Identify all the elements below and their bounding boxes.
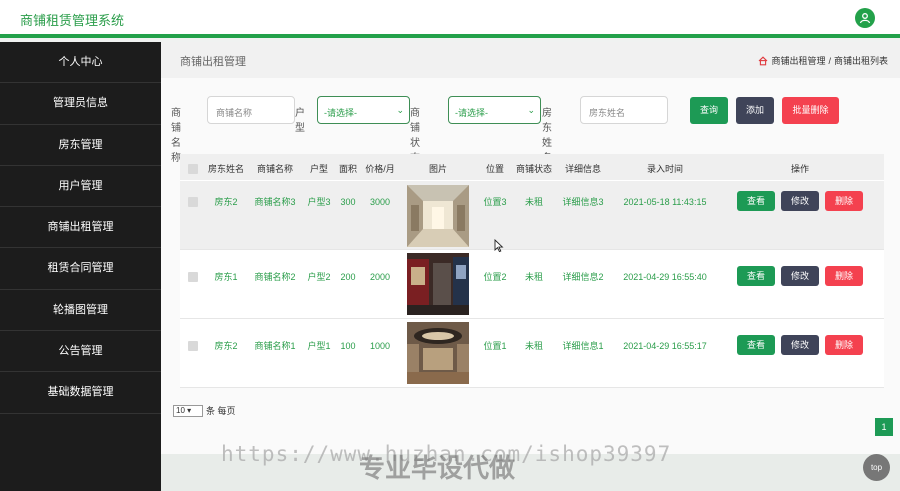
delete-button[interactable]: 删除 bbox=[825, 335, 863, 355]
cell-landlord: 房东1 bbox=[214, 272, 238, 282]
cell-status: 未租 bbox=[524, 341, 543, 351]
sidebar-item-basic-data[interactable]: 基础数据管理 bbox=[0, 372, 161, 414]
cell-detail: 详细信息1 bbox=[562, 341, 604, 351]
page-size-control: 10 ▾ 条 每页 bbox=[173, 404, 236, 417]
shop-photo bbox=[407, 185, 469, 247]
app-title: 商铺租赁管理系统 bbox=[20, 13, 125, 28]
breadcrumb-item-list: 商铺出租列表 bbox=[833, 56, 888, 66]
edit-button[interactable]: 修改 bbox=[781, 266, 819, 286]
breadcrumb-bar: 商铺出租管理 商铺出租管理 / 商铺出租列表 bbox=[161, 42, 900, 78]
chevron-down-icon: ▾ bbox=[187, 405, 192, 415]
select-all-checkbox[interactable] bbox=[188, 164, 198, 174]
delete-button[interactable]: 删除 bbox=[825, 191, 863, 211]
type-label: 户型 bbox=[295, 108, 305, 134]
cell-price: 2000 bbox=[369, 272, 391, 282]
view-button[interactable]: 查看 bbox=[737, 191, 775, 211]
table-row: 房东2 商铺名称3 户型3 300 3000 位置3 未租 详细信息3 2021… bbox=[180, 181, 884, 250]
table-row: 房东2 商铺名称1 户型1 100 1000 位置1 未租 详细信息1 2021… bbox=[180, 319, 884, 388]
mouse-cursor-icon bbox=[494, 239, 504, 253]
cell-shop-name: 商铺名称2 bbox=[254, 272, 296, 282]
page-number-button[interactable]: 1 bbox=[875, 418, 893, 436]
cell-detail: 详细信息3 bbox=[562, 197, 604, 207]
breadcrumb: 商铺出租管理 / 商铺出租列表 bbox=[758, 54, 888, 67]
chevron-down-icon: ⌄ bbox=[396, 105, 404, 115]
sidebar-item-carousel[interactable]: 轮播图管理 bbox=[0, 290, 161, 332]
cell-area: 300 bbox=[340, 197, 356, 207]
shop-table: 房东姓名 商铺名称 户型 面积 价格/月 图片 位置 商铺状态 详细信息 录入时… bbox=[180, 154, 884, 388]
cell-location: 位置3 bbox=[483, 197, 507, 207]
cell-created-time: 2021-04-29 16:55:17 bbox=[623, 341, 707, 351]
user-icon bbox=[859, 13, 871, 24]
cell-shop-name: 商铺名称1 bbox=[254, 341, 296, 351]
row-checkbox[interactable] bbox=[188, 341, 198, 351]
page-size-select[interactable]: 10 ▾ bbox=[173, 404, 203, 417]
sidebar-item-users[interactable]: 用户管理 bbox=[0, 166, 161, 208]
breadcrumb-separator: / bbox=[828, 55, 831, 66]
add-button[interactable]: 添加 bbox=[736, 97, 774, 124]
batch-delete-button[interactable]: 批量删除 bbox=[782, 97, 839, 124]
sidebar-item-contracts[interactable]: 租赁合同管理 bbox=[0, 248, 161, 290]
sidebar-item-admins[interactable]: 管理员信息 bbox=[0, 83, 161, 125]
sidebar-item-landlords[interactable]: 房东管理 bbox=[0, 125, 161, 166]
page-size-label: 条 每页 bbox=[206, 406, 236, 416]
table-row: 房东1 商铺名称2 户型2 200 2000 位置2 未租 详细信息2 2021… bbox=[180, 250, 884, 319]
query-button[interactable]: 查询 bbox=[690, 97, 728, 124]
user-avatar-button[interactable] bbox=[855, 8, 875, 28]
top-bar: 商铺租赁管理系统 bbox=[0, 0, 900, 38]
main-content: 商铺出租管理 商铺出租管理 / 商铺出租列表 商铺名称 商铺名称 户型 -请选择… bbox=[161, 42, 900, 491]
cell-status: 未租 bbox=[524, 197, 543, 207]
cell-created-time: 2021-05-18 11:43:15 bbox=[623, 197, 707, 207]
sidebar-item-notices[interactable]: 公告管理 bbox=[0, 331, 161, 373]
column-header: 操作 bbox=[790, 164, 809, 174]
cell-status: 未租 bbox=[524, 272, 543, 282]
cell-area: 100 bbox=[340, 341, 356, 351]
sidebar: 个人中心 管理员信息 房东管理 用户管理 商铺出租管理 租赁合同管理 轮播图管理… bbox=[0, 42, 161, 491]
cell-area: 200 bbox=[340, 272, 356, 282]
breadcrumb-item-shop-rental[interactable]: 商铺出租管理 bbox=[771, 54, 825, 67]
sidebar-item-shop-rental[interactable]: 商铺出租管理 bbox=[0, 207, 161, 249]
chevron-down-icon: ⌄ bbox=[527, 105, 535, 115]
column-header: 图片 bbox=[428, 164, 447, 174]
edit-button[interactable]: 修改 bbox=[781, 335, 819, 355]
shop-photo bbox=[407, 253, 469, 315]
sidebar-item-profile[interactable]: 个人中心 bbox=[0, 42, 161, 84]
landlord-input[interactable]: 房东姓名 bbox=[580, 96, 668, 124]
cell-shop-name: 商铺名称3 bbox=[254, 197, 296, 207]
shop-photo bbox=[407, 322, 469, 384]
cell-location: 位置1 bbox=[483, 341, 507, 351]
edit-button[interactable]: 修改 bbox=[781, 191, 819, 211]
cell-type: 户型2 bbox=[307, 272, 331, 282]
cell-type: 户型1 bbox=[307, 341, 331, 351]
cell-landlord: 房东2 bbox=[214, 197, 238, 207]
cell-detail: 详细信息2 bbox=[562, 272, 604, 282]
row-checkbox[interactable] bbox=[188, 272, 198, 282]
cell-location: 位置2 bbox=[483, 272, 507, 282]
row-checkbox[interactable] bbox=[188, 197, 198, 207]
cell-landlord: 房东2 bbox=[214, 341, 238, 351]
shop-name-input[interactable]: 商铺名称 bbox=[207, 96, 295, 124]
status-select[interactable]: -请选择- ⌄ bbox=[448, 96, 541, 124]
cell-price: 3000 bbox=[369, 197, 391, 207]
view-button[interactable]: 查看 bbox=[737, 266, 775, 286]
home-icon[interactable] bbox=[758, 55, 768, 66]
watermark-text: 专业毕设代做 bbox=[359, 453, 516, 483]
type-select[interactable]: -请选择- ⌄ bbox=[317, 96, 410, 124]
status-select-value: -请选择- bbox=[455, 108, 488, 118]
cell-price: 1000 bbox=[369, 341, 391, 351]
cell-created-time: 2021-04-29 16:55:40 bbox=[623, 272, 707, 282]
page-size-value: 10 bbox=[176, 405, 185, 415]
back-to-top-button[interactable]: top bbox=[863, 454, 890, 481]
page-title: 商铺出租管理 bbox=[180, 56, 246, 68]
type-select-value: -请选择- bbox=[324, 108, 357, 118]
cell-type: 户型3 bbox=[307, 197, 331, 207]
delete-button[interactable]: 删除 bbox=[825, 266, 863, 286]
view-button[interactable]: 查看 bbox=[737, 335, 775, 355]
